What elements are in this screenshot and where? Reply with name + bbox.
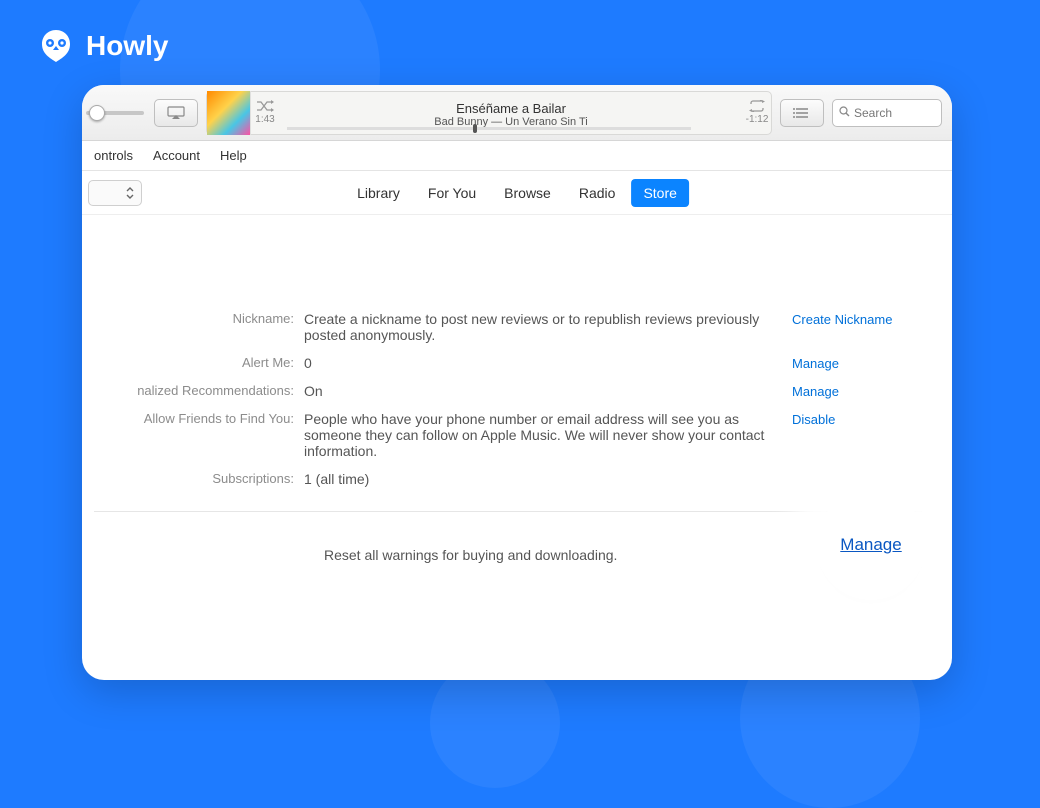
value-recommendations: On: [304, 383, 792, 399]
album-art[interactable]: [207, 91, 251, 135]
value-allow-friends: People who have your phone number or ema…: [304, 411, 792, 459]
nav-bar: Library For You Browse Radio Store: [82, 171, 952, 215]
menu-account[interactable]: Account: [143, 148, 210, 163]
howly-logo: Howly: [36, 26, 168, 66]
shuffle-icon: [256, 100, 274, 112]
tab-library[interactable]: Library: [345, 179, 412, 207]
row-reset-warnings: Reset all warnings for buying and downlo…: [94, 512, 922, 567]
volume-zone: [86, 99, 198, 127]
repeat-icon: [748, 100, 766, 112]
list-icon: [793, 107, 811, 119]
label-recommendations: nalized Recommendations:: [94, 383, 304, 399]
row-alert-me: Alert Me: 0 Manage: [94, 349, 922, 377]
account-settings: Nickname: Create a nickname to post new …: [82, 215, 952, 567]
row-subscriptions: Subscriptions: 1 (all time): [94, 465, 922, 493]
label-subscriptions: Subscriptions:: [94, 471, 304, 487]
label-alert-me: Alert Me:: [94, 355, 304, 371]
menu-bar: ontrols Account Help: [82, 141, 952, 171]
reset-warnings-text: Reset all warnings for buying and downlo…: [324, 547, 820, 563]
search-placeholder: Search: [854, 106, 892, 120]
link-manage-subscriptions[interactable]: Manage: [840, 535, 901, 555]
link-disable-friends[interactable]: Disable: [792, 412, 835, 427]
nav-tabs: Library For You Browse Radio Store: [345, 179, 689, 207]
tab-radio[interactable]: Radio: [567, 179, 628, 207]
search-input[interactable]: Search: [832, 99, 942, 127]
tab-store[interactable]: Store: [631, 179, 688, 207]
repeat-button[interactable]: -1:12: [743, 91, 771, 135]
airplay-button[interactable]: [154, 99, 198, 127]
airplay-icon: [167, 106, 185, 120]
link-manage-recommendations[interactable]: Manage: [792, 384, 839, 399]
remaining-time: -1:12: [742, 114, 773, 125]
brand-name: Howly: [86, 30, 168, 62]
value-subscriptions: 1 (all time): [304, 471, 792, 487]
media-picker-dropdown[interactable]: [88, 180, 142, 206]
tab-browse[interactable]: Browse: [492, 179, 563, 207]
label-allow-friends: Allow Friends to Find You:: [94, 411, 304, 459]
value-alert-me: 0: [304, 355, 792, 371]
progress-bar[interactable]: [287, 127, 691, 130]
menu-controls[interactable]: ontrols: [84, 148, 143, 163]
tab-for-you[interactable]: For You: [416, 179, 488, 207]
volume-knob[interactable]: [89, 105, 105, 121]
elapsed-time: 1:43: [251, 114, 278, 125]
spotlight-highlight: Manage: [816, 490, 926, 600]
progress-knob[interactable]: [473, 124, 477, 133]
link-manage-alerts[interactable]: Manage: [792, 356, 839, 371]
volume-slider[interactable]: [86, 111, 144, 115]
row-allow-friends: Allow Friends to Find You: People who ha…: [94, 405, 922, 465]
row-personalized-recommendations: nalized Recommendations: On Manage: [94, 377, 922, 405]
song-title: Enséñame a Bailar: [279, 101, 743, 116]
value-nickname: Create a nickname to post new reviews or…: [304, 311, 792, 343]
shuffle-button[interactable]: 1:43: [251, 91, 279, 135]
owl-icon: [36, 26, 76, 66]
player-bar: 1:43 Enséñame a Bailar Bad Bunny — Un Ve…: [82, 85, 952, 141]
row-nickname: Nickname: Create a nickname to post new …: [94, 305, 922, 349]
chevron-updown-icon: [125, 186, 135, 200]
itunes-window: 1:43 Enséñame a Bailar Bad Bunny — Un Ve…: [82, 85, 952, 680]
label-nickname: Nickname:: [94, 311, 304, 343]
link-create-nickname[interactable]: Create Nickname: [792, 312, 892, 327]
search-icon: [839, 106, 850, 120]
menu-help[interactable]: Help: [210, 148, 257, 163]
lcd-center: Enséñame a Bailar Bad Bunny — Un Verano …: [279, 97, 743, 128]
list-view-button[interactable]: [780, 99, 824, 127]
now-playing-lcd: 1:43 Enséñame a Bailar Bad Bunny — Un Ve…: [206, 91, 772, 135]
